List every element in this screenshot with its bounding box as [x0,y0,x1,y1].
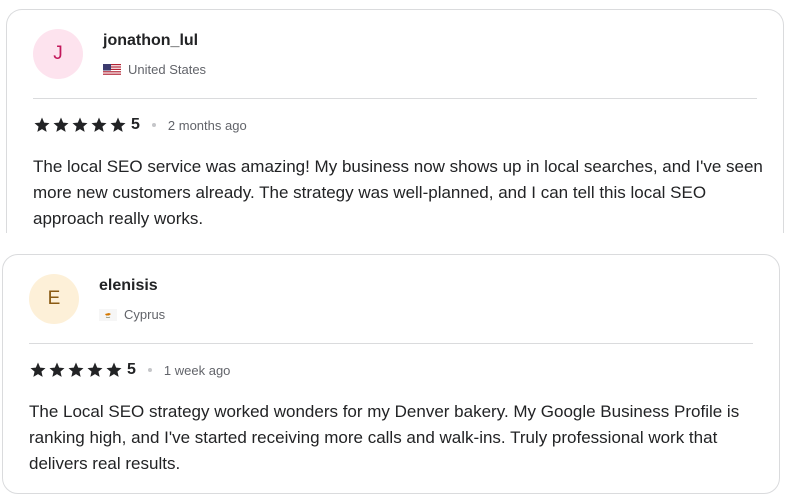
star-icon [110,117,126,132]
rating-row: 5 1 week ago [29,361,230,379]
star-icon [72,117,88,132]
divider [33,98,757,99]
star-icon [30,362,46,377]
reviewer-username[interactable]: elenisis [99,277,158,295]
country-name: Cyprus [124,307,166,322]
review-card: E elenisis Cyprus 5 1 week ago The Local… [2,254,780,494]
rating-score: 5 [127,361,136,378]
star-icon [106,362,122,377]
review-time: 2 months ago [167,117,247,133]
star-icon [91,117,107,132]
star-icon [49,362,65,377]
rating-score: 5 [131,116,140,133]
avatar[interactable]: J [33,29,83,79]
star-icon [87,362,103,377]
cyprus-flag-icon [99,308,117,321]
avatar[interactable]: E [29,274,79,324]
review-text: The Local SEO strategy worked wonders fo… [29,402,740,473]
reviewer-country: United States [103,62,206,77]
avatar-letter: J [53,43,63,64]
avatar-letter: E [47,288,61,309]
star-icon [68,362,84,377]
rating-row: 5 2 months ago [33,116,247,134]
star-icon [53,117,69,132]
review-text: The local SEO service was amazing! My bu… [33,157,763,228]
review-time: 1 week ago [163,362,231,378]
us-flag-icon [103,63,121,76]
star-rating [29,361,123,379]
separator-dot [151,123,156,127]
review-card: J jonathon_lul United States 5 2 months … [6,9,784,233]
country-name: United States [128,62,207,77]
star-rating [33,116,127,134]
reviewer-username[interactable]: jonathon_lul [103,32,198,50]
separator-dot [147,368,152,372]
star-icon [34,117,50,132]
divider [29,343,753,344]
reviewer-country: Cyprus [99,307,165,322]
